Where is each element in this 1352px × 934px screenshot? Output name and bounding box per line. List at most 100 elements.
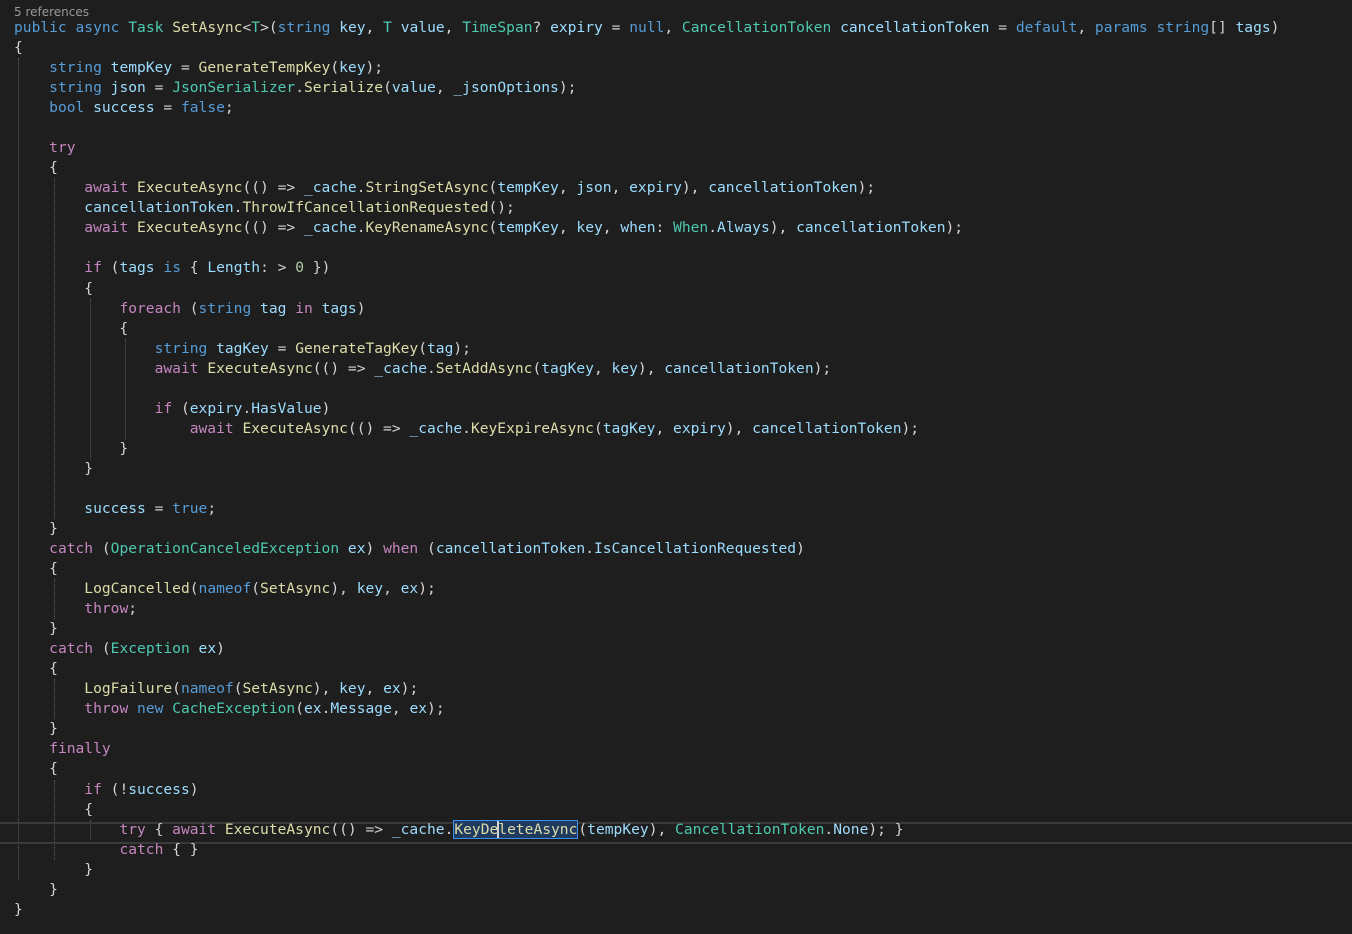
code-token: key — [339, 19, 366, 36]
code-line[interactable]: { — [14, 559, 58, 579]
code-line[interactable]: throw new CacheException(ex.Message, ex)… — [14, 699, 444, 719]
code-token: finally — [49, 740, 111, 758]
code-line[interactable]: bool success = false; — [14, 98, 234, 118]
code-token: ( — [101, 259, 120, 277]
code-token: ); — [857, 179, 876, 197]
code-line[interactable]: { — [14, 38, 23, 58]
code-token: ex — [198, 640, 217, 658]
code-line[interactable]: } — [14, 860, 93, 880]
code-line[interactable]: { — [14, 800, 93, 820]
code-line[interactable]: LogCancelled(nameof(SetAsync), key, ex); — [14, 579, 436, 599]
code-line[interactable]: } — [14, 459, 93, 479]
code-token: _jsonOptions — [453, 79, 559, 97]
code-line[interactable]: throw; — [14, 599, 137, 619]
code-line[interactable]: if (tags is { Length: > 0 }) — [14, 258, 330, 278]
code-token: tags — [321, 299, 357, 317]
code-token: { — [14, 660, 58, 678]
code-token: ), — [681, 179, 709, 197]
code-token: ( — [418, 540, 436, 558]
code-token: ExecuteAsync — [137, 179, 243, 197]
code-token: ( — [172, 680, 181, 698]
code-editor[interactable]: 5 references public async Task SetAsync<… — [0, 0, 1352, 934]
code-token: None — [833, 820, 869, 838]
code-line[interactable]: await ExecuteAsync(() => _cache.KeyRenam… — [14, 218, 963, 238]
code-token: expiry — [550, 19, 603, 36]
code-line[interactable]: if (expiry.HasValue) — [14, 399, 331, 419]
code-token: json — [576, 179, 612, 197]
code-token: JsonSerializer — [172, 79, 296, 97]
code-token: TimeSpan — [462, 19, 533, 36]
code-token: ); — [365, 59, 384, 77]
code-line[interactable]: try — [14, 138, 75, 158]
code-line[interactable]: await ExecuteAsync(() => _cache.KeyExpir… — [14, 419, 919, 439]
code-line[interactable]: string json = JsonSerializer.Serialize(v… — [14, 78, 576, 98]
code-line[interactable]: finally — [14, 739, 111, 759]
code-line[interactable]: await ExecuteAsync(() => _cache.SetAddAs… — [14, 359, 832, 379]
code-token: if — [84, 259, 102, 277]
code-line[interactable]: } — [14, 439, 128, 459]
code-token: catch — [49, 540, 94, 558]
code-line[interactable]: catch (Exception ex) — [14, 639, 225, 659]
code-line[interactable]: try { await ExecuteAsync(() => _cache. Ke… — [14, 819, 904, 840]
code-line[interactable]: { — [14, 659, 58, 679]
code-token: await — [84, 219, 129, 237]
code-token: ( — [593, 419, 603, 437]
code-line[interactable]: public async Task SetAsync<T>(string key… — [14, 18, 1279, 38]
code-token: = — [602, 19, 630, 36]
code-line[interactable]: await ExecuteAsync(() => _cache.StringSe… — [14, 178, 875, 198]
code-line[interactable]: if (!success) — [14, 780, 199, 800]
code-line[interactable]: cancellationToken.ThrowIfCancellationReq… — [14, 198, 515, 218]
code-line[interactable]: catch (OperationCanceledException ex) wh… — [14, 539, 805, 559]
code-token: ) — [189, 780, 199, 798]
code-line[interactable]: string tagKey = GenerateTagKey(tag); — [14, 339, 471, 359]
code-token: in — [295, 299, 313, 317]
code-line[interactable]: } — [14, 619, 58, 639]
code-token: cancellationToken — [708, 179, 858, 197]
code-line[interactable]: } — [14, 900, 23, 920]
code-token: , — [444, 19, 463, 36]
code-line[interactable]: foreach (string tag in tags) — [14, 299, 365, 319]
code-token: } — [14, 439, 129, 457]
codelens-references[interactable]: 5 references — [14, 5, 89, 19]
code-token: , — [558, 219, 577, 237]
code-token: { — [145, 820, 173, 838]
code-token: { — [14, 319, 129, 337]
code-line[interactable]: { — [14, 319, 128, 339]
code-line[interactable]: success = true; — [14, 499, 216, 519]
code-line[interactable]: { — [14, 759, 58, 779]
code-token: ), — [648, 820, 676, 838]
code-token: , — [1077, 19, 1095, 36]
code-token: if — [154, 399, 173, 417]
code-token: tempKey — [497, 219, 559, 237]
code-line[interactable]: } — [14, 719, 58, 739]
code-line[interactable]: catch { } — [14, 840, 198, 860]
code-line[interactable]: string tempKey = GenerateTempKey(key); — [14, 58, 383, 78]
code-token: } — [14, 520, 58, 537]
code-token: success — [128, 780, 190, 798]
code-token: . — [242, 399, 252, 417]
code-line[interactable]: } — [14, 519, 58, 539]
code-token: CancellationToken — [681, 19, 832, 36]
code-token: ; — [207, 499, 217, 517]
code-token: = — [172, 59, 199, 77]
code-token: true — [172, 499, 208, 517]
code-token: ( — [418, 339, 427, 357]
code-line[interactable]: LogFailure(nameof(SetAsync), key, ex); — [14, 679, 418, 699]
code-line[interactable]: { — [14, 279, 93, 299]
code-line[interactable]: { — [14, 158, 58, 178]
code-token: (() => — [312, 359, 375, 377]
code-token: ); } — [868, 820, 904, 838]
code-token: _cache — [374, 359, 427, 377]
code-token: key — [356, 580, 384, 598]
code-line[interactable]: } — [14, 880, 58, 900]
code-token: { — [14, 39, 23, 57]
